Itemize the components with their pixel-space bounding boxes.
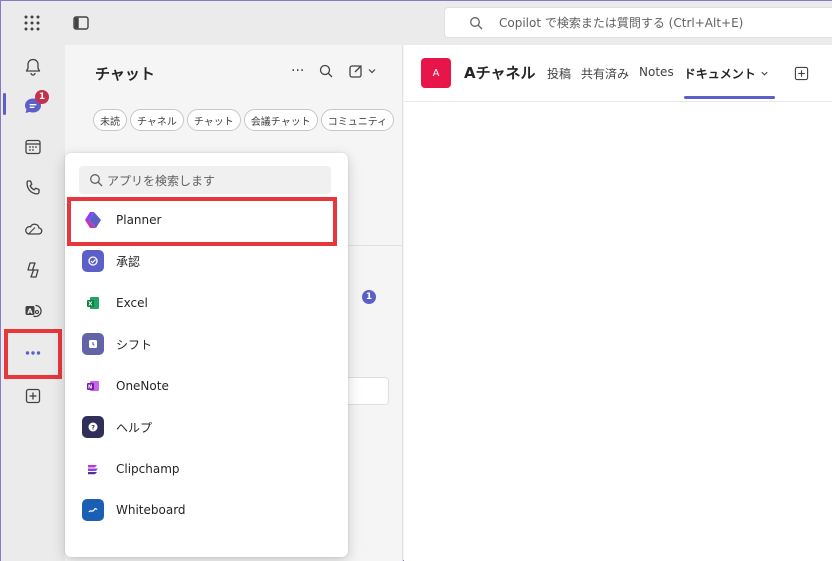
filter-chip[interactable]: 会議チャット <box>243 109 318 131</box>
app-search-input[interactable]: アプリを検索します <box>79 166 331 194</box>
chat-actions: ··· <box>291 63 377 79</box>
app-item-whiteboard[interactable]: Whiteboard <box>65 490 348 530</box>
add-app-icon[interactable] <box>21 384 45 408</box>
app-label: 承認 <box>116 254 141 269</box>
app-item-clipchamp[interactable]: Clipchamp <box>65 449 348 489</box>
compose-icon <box>349 65 363 78</box>
search-icon[interactable] <box>318 63 334 79</box>
chevron-down-icon <box>368 69 376 74</box>
app-launcher-icon[interactable] <box>21 12 43 34</box>
sidebar-toggle-icon[interactable] <box>71 13 91 33</box>
channel-avatar: A <box>421 58 451 88</box>
app-rail: 1 A <box>1 45 65 561</box>
app-item-shifts[interactable]: シフト <box>65 324 348 364</box>
app-label: OneNote <box>116 379 169 393</box>
app-item-help[interactable]: ? ヘルプ <box>65 407 348 447</box>
title-bar: Copilot で検索または質問する (Ctrl+Alt+E) <box>1 1 832 45</box>
add-tab-icon[interactable] <box>794 66 809 81</box>
active-indicator <box>3 93 6 115</box>
apps-flyout: アプリを検索します Planner 承認 X Excel シフト N OneNo… <box>65 153 348 557</box>
onenote-icon: N <box>82 375 104 397</box>
tab-shared[interactable]: 共有済み <box>581 65 629 82</box>
tab-documents[interactable]: ドキュメント <box>683 65 776 99</box>
documents-content <box>404 102 832 561</box>
app-label: Clipchamp <box>116 462 180 476</box>
chat-title: チャット <box>95 65 155 83</box>
filter-chip[interactable]: 未読 <box>93 109 127 131</box>
chat-list-item[interactable] <box>345 377 389 405</box>
channel-header: A Aチャネル 投稿 共有済み Notes ドキュメント <box>404 45 832 102</box>
unread-badge: 1 <box>362 290 376 304</box>
app-search-placeholder: アプリを検索します <box>107 173 216 188</box>
filter-chip[interactable]: チャネル <box>130 109 184 131</box>
search-placeholder: Copilot で検索または質問する (Ctrl+Alt+E) <box>499 16 744 30</box>
channel-name: Aチャネル <box>464 64 536 82</box>
search-input[interactable]: Copilot で検索または質問する (Ctrl+Alt+E) <box>444 7 832 38</box>
excel-icon: X <box>82 292 104 314</box>
app-label: Whiteboard <box>116 503 186 517</box>
search-icon <box>90 174 103 187</box>
tab-notes[interactable]: Notes <box>639 65 674 82</box>
channel-tabs: 投稿 共有済み Notes ドキュメント <box>547 65 776 99</box>
app-item-onenote[interactable]: N OneNote <box>65 366 348 406</box>
onedrive-icon[interactable] <box>21 217 45 241</box>
compose-button[interactable] <box>348 63 377 79</box>
filter-chip[interactable]: チャット <box>186 109 241 131</box>
tab-posts[interactable]: 投稿 <box>547 65 571 82</box>
app-label: ヘルプ <box>116 420 153 435</box>
tab-documents-label: ドキュメント <box>683 67 756 81</box>
app-item-approvals[interactable]: 承認 <box>65 241 348 281</box>
help-icon: ? <box>82 416 104 438</box>
app-label: シフト <box>116 337 153 352</box>
whiteboard-icon <box>82 499 104 521</box>
chat-filters: 未読 チャネル チャット 会議チャット コミュニティ <box>93 109 395 131</box>
clipchamp-icon <box>82 458 104 480</box>
translate-icon[interactable]: A <box>21 299 45 323</box>
svg-text:N: N <box>88 385 92 391</box>
filter-chip[interactable]: コミュニティ <box>320 109 395 131</box>
svg-text:A: A <box>27 308 33 316</box>
app-item-excel[interactable]: X Excel <box>65 283 348 323</box>
planner-highlight <box>67 197 337 246</box>
search-icon <box>470 16 483 29</box>
more-button-highlight <box>4 329 62 379</box>
phone-icon[interactable] <box>21 176 45 200</box>
approvals-icon <box>82 250 104 272</box>
more-options-button[interactable]: ··· <box>291 63 304 79</box>
bell-icon[interactable] <box>21 55 45 79</box>
calendar-icon[interactable] <box>21 135 45 159</box>
svg-text:X: X <box>88 302 93 308</box>
copilot-icon[interactable] <box>21 258 45 282</box>
chat-badge: 1 <box>35 90 49 104</box>
app-label: Excel <box>116 296 148 310</box>
shifts-icon <box>82 333 104 355</box>
chevron-down-icon <box>761 71 768 76</box>
svg-text:?: ? <box>91 424 95 432</box>
